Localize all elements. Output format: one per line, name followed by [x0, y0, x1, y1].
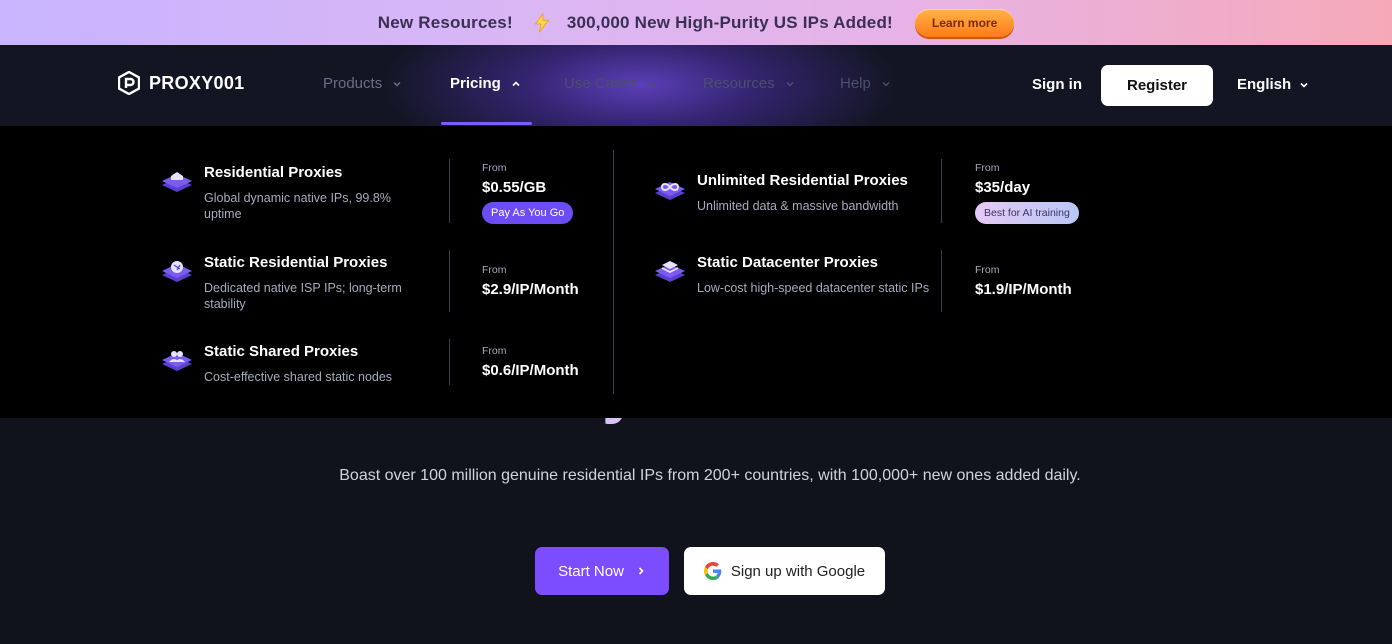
language-selector[interactable]: English: [1237, 76, 1309, 93]
banner-prefix: New Resources!: [377, 12, 513, 32]
product-desc: Unlimited data & massive bandwidth: [697, 199, 899, 213]
pricing-dropdown: Residential Proxies Global dynamic nativ…: [0, 126, 1392, 418]
users-icon: [162, 351, 192, 371]
product-desc: Global dynamic native IPs, 99.8% uptime: [204, 191, 391, 221]
hero-subtitle: Boast over 100 million genuine residenti…: [339, 467, 1081, 484]
chevron-down-icon: [1300, 82, 1308, 88]
nav-use-cases[interactable]: Use Cases: [564, 75, 657, 92]
price-from-label: From: [482, 264, 507, 276]
nav-resources-label: Resources: [703, 75, 775, 92]
google-signup-label: Sign up with Google: [730, 562, 866, 580]
product-name: Static Shared Proxies: [204, 343, 359, 360]
layers-icon: [655, 261, 685, 282]
chevron-up-icon: [512, 80, 520, 86]
infinity-icon: [655, 182, 685, 200]
product-static-shared-proxies[interactable]: Static Shared Proxies Cost-effective sha…: [160, 343, 424, 385]
column-divider: [613, 150, 614, 394]
price-static-residential: From $2.9/IP/Month: [482, 264, 579, 298]
product-name: Static Datacenter Proxies: [697, 254, 878, 271]
price-value: $2.9/IP/Month: [482, 281, 579, 298]
price-from-label: From: [482, 345, 507, 357]
product-name: Residential Proxies: [204, 164, 343, 181]
product-name: Static Residential Proxies: [204, 254, 388, 271]
active-nav-indicator: [441, 122, 532, 125]
brand-name: PROXY001: [149, 72, 245, 93]
chevron-down-icon: [393, 81, 401, 87]
nav-pricing-label: Pricing: [450, 75, 501, 92]
chevron-right-icon: [638, 567, 644, 575]
product-unlimited-residential-proxies[interactable]: Unlimited Residential Proxies Unlimited …: [653, 172, 937, 214]
sign-in-link[interactable]: Sign in: [1032, 76, 1082, 93]
price-static-shared: From $0.6/IP/Month: [482, 345, 579, 379]
product-desc: Cost-effective shared static nodes: [204, 370, 393, 384]
logo-icon: [118, 71, 140, 95]
nav-help-label: Help: [840, 75, 871, 92]
ai-training-badge: Best for AI training: [975, 202, 1079, 224]
google-icon: [703, 562, 722, 580]
price-residential: From $0.55/GB Pay As You Go: [482, 162, 574, 224]
product-static-residential-proxies[interactable]: Static Residential Proxies Dedicated nat…: [160, 254, 424, 312]
announcement-banner: New Resources! 300,000 New High-Purity U…: [0, 0, 1392, 45]
lightning-icon: [529, 10, 555, 36]
price-value: $0.55/GB: [482, 179, 547, 196]
price-unlimited-residential: From $35/day Best for AI training: [975, 162, 1079, 224]
divider: [941, 250, 942, 312]
product-name: Unlimited Residential Proxies: [697, 172, 908, 189]
house-icon: [162, 172, 192, 192]
price-from-label: From: [975, 162, 1000, 174]
nav-use-cases-label: Use Cases: [564, 75, 638, 92]
nav-help[interactable]: Help: [840, 75, 891, 92]
register-button[interactable]: Register: [1101, 65, 1213, 106]
product-residential-proxies[interactable]: Residential Proxies Global dynamic nativ…: [160, 164, 424, 222]
nav-products-label: Products: [323, 75, 383, 92]
chevron-down-icon: [648, 81, 656, 87]
pay-as-you-go-badge: Pay As You Go: [482, 202, 574, 224]
chevron-down-icon: [786, 81, 794, 87]
nav-products[interactable]: Products: [323, 75, 402, 92]
price-from-label: From: [482, 162, 507, 174]
price-value: $0.6/IP/Month: [482, 362, 579, 379]
product-desc: Dedicated native ISP IPs; long-term stab…: [204, 281, 402, 311]
banner-message: 300,000 New High-Purity US IPs Added!: [566, 12, 893, 32]
divider: [941, 159, 942, 223]
google-signup-button[interactable]: Sign up with Google: [684, 547, 885, 595]
chevron-down-icon: [882, 81, 890, 87]
divider: [449, 339, 450, 385]
product-static-datacenter-proxies[interactable]: Static Datacenter Proxies Low-cost high-…: [653, 254, 937, 296]
nav-pricing[interactable]: Pricing: [450, 75, 521, 92]
learn-more-button[interactable]: Learn more: [914, 8, 1015, 37]
divider: [449, 250, 450, 312]
globe-pin-icon: [162, 261, 192, 282]
language-label: English: [1237, 76, 1292, 93]
nav-resources[interactable]: Resources: [703, 75, 795, 92]
start-now-label: Start Now: [558, 562, 624, 580]
divider: [449, 159, 450, 223]
product-desc: Low-cost high-speed datacenter static IP…: [697, 281, 930, 295]
price-from-label: From: [975, 264, 1000, 276]
start-now-button[interactable]: Start Now: [535, 547, 669, 595]
price-static-datacenter: From $1.9/IP/Month: [975, 264, 1072, 298]
price-value: $35/day: [975, 179, 1031, 196]
site-header: PROXY001 Products Pricing Use Cases Reso…: [0, 45, 1392, 126]
brand-logo[interactable]: PROXY001: [118, 71, 244, 95]
price-value: $1.9/IP/Month: [975, 281, 1072, 298]
